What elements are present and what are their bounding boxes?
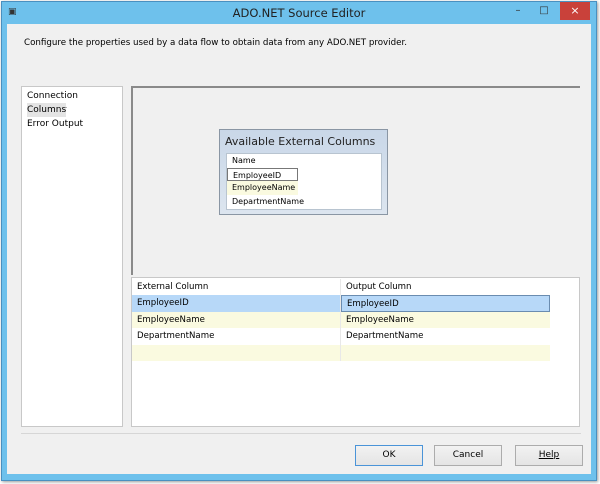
ok-button[interactable]: OK	[355, 445, 423, 466]
list-header-name: Name	[232, 156, 256, 165]
cancel-button[interactable]: Cancel	[434, 445, 502, 466]
nav-item-connection-manager[interactable]: Connection Manager	[26, 89, 118, 115]
divider	[21, 433, 581, 434]
window-title: ADO.NET Source Editor	[232, 6, 366, 20]
output-column-cell[interactable]: DepartmentName	[341, 328, 550, 345]
columns-designer-panel: Available External Columns Name Employee…	[131, 86, 580, 275]
output-column-cell[interactable]: EmployeeName	[341, 312, 550, 329]
help-button[interactable]: Help	[515, 445, 583, 466]
table-row[interactable]: EmployeeName EmployeeName	[132, 311, 550, 329]
list-item[interactable]: DepartmentName	[227, 195, 304, 209]
nav-item-error-output[interactable]: Error Output	[26, 117, 118, 131]
grid-header: External Column Output Column	[132, 279, 550, 296]
output-column-cell[interactable]: EmployeeID	[341, 295, 550, 312]
external-column-cell[interactable]: EmployeeID	[132, 295, 341, 312]
header-external-column[interactable]: External Column	[132, 279, 341, 296]
new-row[interactable]	[132, 344, 550, 362]
available-external-columns-box[interactable]: Available External Columns Name Employee…	[219, 129, 388, 215]
maximize-button[interactable]: □	[534, 2, 554, 20]
page-nav: Connection Manager Columns Error Output	[21, 86, 123, 427]
column-mapping-grid: External Column Output Column EmployeeID…	[131, 277, 580, 427]
external-column-cell[interactable]: DepartmentName	[132, 328, 341, 345]
description-text: Configure the properties used by a data …	[24, 38, 407, 48]
minimize-button[interactable]: –	[508, 2, 528, 20]
header-output-column[interactable]: Output Column	[341, 279, 550, 296]
dialog-body: Configure the properties used by a data …	[7, 24, 591, 474]
title-bar[interactable]: ADO.NET Source Editor	[2, 2, 596, 24]
list-item[interactable]: EmployeeName	[227, 181, 298, 195]
external-column-cell[interactable]	[132, 344, 341, 361]
table-row[interactable]: DepartmentName DepartmentName	[132, 328, 550, 345]
dialog-window: ADO.NET Source Editor ▣ – □ × Configure …	[1, 1, 597, 481]
table-row[interactable]: EmployeeID EmployeeID	[132, 295, 550, 312]
external-column-cell[interactable]: EmployeeName	[132, 311, 341, 328]
output-column-cell[interactable]	[341, 345, 550, 362]
available-columns-list: Name EmployeeID EmployeeName DepartmentN…	[226, 153, 382, 210]
list-item[interactable]: EmployeeID	[227, 167, 298, 181]
available-columns-title: Available External Columns	[225, 135, 376, 148]
help-label: Help	[538, 450, 560, 460]
dialog-icon: ▣	[8, 7, 17, 17]
nav-item-columns[interactable]: Columns	[27, 103, 67, 117]
close-button[interactable]: ×	[560, 2, 590, 20]
